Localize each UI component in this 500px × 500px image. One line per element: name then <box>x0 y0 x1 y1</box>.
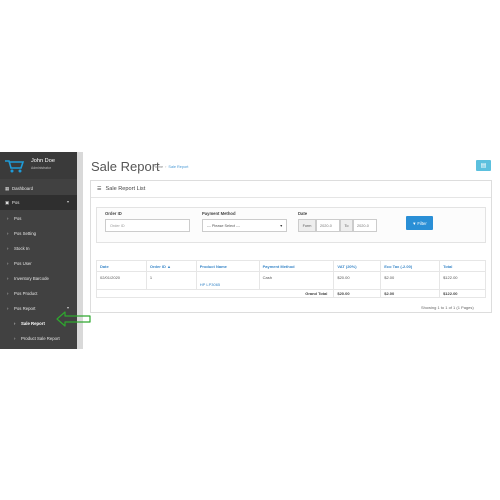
sidebar-item-pos-menu[interactable]: ▣ Pos ▾ <box>0 195 77 210</box>
breadcrumb-current-link[interactable]: Sale Report <box>168 165 188 169</box>
chevron-right-icon: › <box>14 321 16 326</box>
date-to-input[interactable]: 2020-0 <box>353 219 377 232</box>
column-header-product-name[interactable]: Product Name <box>195 260 260 272</box>
sale-report-panel: ☰ Sale Report List Order ID Order ID Pay… <box>90 180 492 313</box>
chevron-down-icon: ▼ <box>279 223 283 228</box>
sidebar-item-pos-product[interactable]: › Pos Product <box>0 286 77 301</box>
panel-heading: ☰ Sale Report List <box>91 181 491 198</box>
sidebar-item-label: Dashboard <box>12 186 34 191</box>
cell-total: $122.00 <box>439 271 486 290</box>
green-arrow-icon <box>56 311 91 327</box>
table-header-row: Date Order ID ▲ Product Name Payment Met… <box>96 260 486 272</box>
payment-method-select[interactable]: --- Please Select --- ▼ <box>202 219 287 232</box>
column-header-payment-method[interactable]: Payment Method <box>258 260 335 272</box>
cell-order-id: 1 <box>145 271 197 290</box>
date-to-addon: To <box>340 219 353 232</box>
sidebar-item-pos[interactable]: › Pos <box>0 211 77 226</box>
sidebar-item-pos-user[interactable]: › Pos User <box>0 256 77 271</box>
print-icon: ▤ <box>480 163 487 169</box>
grand-total-vat: $20.00 <box>333 289 382 298</box>
shopping-cart-icon: ▣ <box>5 199 10 205</box>
grand-total-row: Grand Total $20.00 $2.00 $122.00 <box>95 289 486 298</box>
chevron-right-icon: › <box>7 246 9 251</box>
chevron-right-icon: › <box>7 291 9 296</box>
cell-product-name-link[interactable]: HP LP3065 <box>195 271 260 290</box>
chevron-right-icon: › <box>7 261 9 266</box>
app-frame: John Doe Administrator ▦ Dashboard ▣ Pos… <box>0 152 500 349</box>
order-id-input[interactable]: Order ID <box>105 219 190 232</box>
user-name: John Doe <box>31 158 55 164</box>
sale-report-table: Date Order ID ▲ Product Name Payment Met… <box>95 260 486 298</box>
sidebar-item-label: Product Sale Report <box>21 336 60 341</box>
pagination-summary: Showing 1 to 1 of 1 (1 Pages) <box>421 305 474 310</box>
payment-method-label: Payment Method <box>202 211 236 216</box>
chevron-right-icon: › <box>7 231 9 236</box>
sidebar-item-stock-in[interactable]: › Stock In <box>0 241 77 256</box>
sidebar-item-label: Pos Setting <box>14 231 36 236</box>
sidebar-item-label: Pos <box>14 216 22 221</box>
sidebar-item-label: Inventory Barcode <box>14 276 49 281</box>
column-header-eco-tax[interactable]: Eco Tax (-2.00) <box>380 260 441 272</box>
chevron-down-icon: ▾ <box>66 199 69 204</box>
cell-date: 02/01/2020 <box>96 271 147 290</box>
cell-vat: $20.00 <box>333 271 382 290</box>
print-button[interactable]: ▤ <box>476 160 491 171</box>
column-header-order-id[interactable]: Order ID ▲ <box>145 260 197 272</box>
sidebar-item-label: Stock In <box>14 246 30 251</box>
cell-eco-tax: $2.00 <box>380 271 441 290</box>
panel-title: Sale Report List <box>105 186 146 192</box>
breadcrumb-home-link[interactable]: Home <box>153 165 163 169</box>
order-id-label: Order ID <box>105 211 122 216</box>
sidebar-item-label: Pos <box>12 200 20 205</box>
user-role: Administrator <box>31 166 51 170</box>
dashboard-icon: ▦ <box>5 185 10 191</box>
filter-button[interactable]: ▼ Filter <box>406 216 433 230</box>
column-header-date[interactable]: Date <box>96 260 147 272</box>
chevron-right-icon: › <box>7 276 9 281</box>
sidebar-item-label: Pos Product <box>14 291 38 296</box>
breadcrumb-separator: › <box>165 165 167 169</box>
chevron-right-icon: › <box>7 306 9 311</box>
list-icon: ☰ <box>97 186 102 192</box>
column-header-total[interactable]: Total <box>439 260 486 272</box>
date-label: Date <box>298 211 308 216</box>
sidebar-item-dashboard[interactable]: ▦ Dashboard <box>0 181 77 196</box>
user-profile: John Doe Administrator <box>0 152 77 179</box>
date-from-input[interactable]: 2020-0 <box>316 219 340 232</box>
sidebar-item-label: Pos User <box>14 261 32 266</box>
cart-logo-icon <box>5 160 25 173</box>
chevron-right-icon: › <box>14 336 16 341</box>
table-row: 02/01/2020 1 HP LP3065 Cash $20.00 $2.00… <box>96 271 486 290</box>
breadcrumb: Home › Sale Report <box>153 165 188 169</box>
page-title: Sale Report <box>91 159 160 174</box>
filter-icon: ▼ <box>412 220 417 226</box>
column-header-vat[interactable]: VAT (20%) <box>333 260 382 272</box>
sidebar-item-label: Pos Report <box>14 306 36 311</box>
payment-method-value: --- Please Select --- <box>207 223 240 228</box>
date-from-addon: Form <box>298 219 316 232</box>
grand-total-label: Grand Total <box>95 289 335 298</box>
sidebar-item-pos-setting[interactable]: › Pos Setting <box>0 226 77 241</box>
cell-payment-method: Cash <box>258 271 335 290</box>
sidebar-item-label: Sale Report <box>21 321 45 326</box>
grand-total-eco-tax: $2.00 <box>380 289 441 298</box>
grand-total-amount: $122.00 <box>439 289 486 298</box>
chevron-right-icon: › <box>7 216 9 221</box>
sidebar-item-inventory-barcode[interactable]: › Inventory Barcode <box>0 271 77 286</box>
sidebar-item-product-sale-report[interactable]: › Product Sale Report <box>0 331 77 346</box>
filter-form: Order ID Order ID Payment Method --- Ple… <box>96 207 486 243</box>
filter-button-label: Filter <box>417 220 427 226</box>
